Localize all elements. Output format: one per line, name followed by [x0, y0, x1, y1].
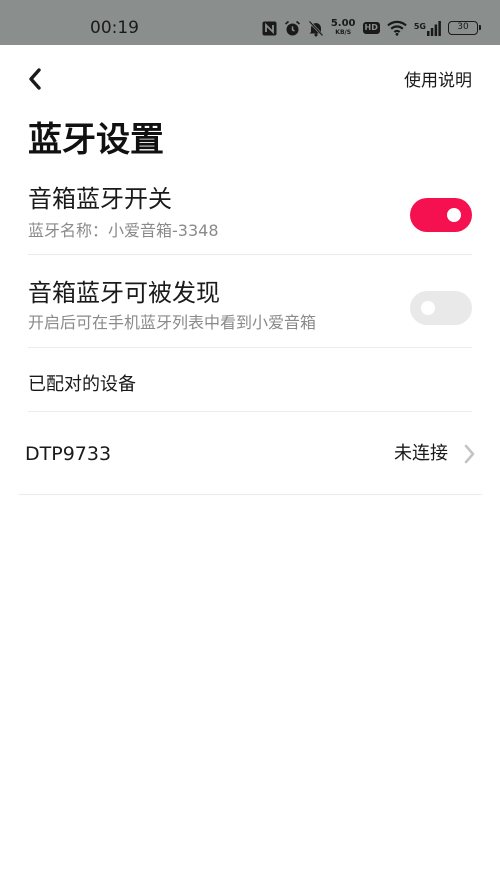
bluetooth-name-subtitle: 蓝牙名称：小爱音箱-3348 [28, 221, 219, 240]
discoverable-subtitle: 开启后可在手机蓝牙列表中看到小爱音箱 [28, 313, 317, 332]
back-button[interactable] [20, 64, 50, 94]
network-speed-unit: KB/S [335, 29, 352, 36]
alarm-icon [284, 20, 301, 37]
hd-icon: HD [362, 22, 380, 34]
toggle-knob [421, 301, 435, 315]
divider [28, 347, 472, 348]
discoverable-title: 音箱蓝牙可被发现 [28, 279, 220, 307]
help-link[interactable]: 使用说明 [404, 70, 472, 92]
battery-icon: 30 [448, 21, 481, 35]
device-name: DTP9733 [25, 443, 112, 465]
network-speed: 5.00 KB/S [331, 19, 356, 37]
wifi-icon [387, 20, 407, 36]
bluetooth-switch-title: 音箱蓝牙开关 [28, 185, 172, 213]
status-bar: 00:19 5.00 KB/S HD 5G 30 [0, 0, 500, 45]
paired-devices-title: 已配对的设备 [28, 374, 136, 395]
status-time: 00:19 [90, 18, 139, 38]
nfc-icon [262, 21, 277, 36]
discoverable-row: 音箱蓝牙可被发现 开启后可在手机蓝牙列表中看到小爱音箱 [28, 278, 472, 348]
divider [18, 494, 482, 495]
paired-device-row[interactable]: DTP9733 未连接 [18, 412, 482, 494]
status-icons: 5.00 KB/S HD 5G 30 [262, 16, 481, 40]
mute-icon [308, 20, 324, 37]
toggle-knob [447, 208, 461, 222]
network-speed-value: 5.00 [330, 18, 356, 29]
device-connection-status: 未连接 [394, 443, 448, 464]
chevron-right-icon [464, 444, 475, 464]
page-title: 蓝牙设置 [28, 120, 164, 160]
bluetooth-switch-row: 音箱蓝牙开关 蓝牙名称：小爱音箱-3348 [28, 184, 472, 256]
signal-icon: 5G [413, 20, 441, 36]
chevron-left-icon [29, 68, 41, 90]
network-type: 5G [413, 21, 426, 31]
divider [28, 254, 472, 255]
discoverable-toggle[interactable] [410, 291, 472, 325]
bluetooth-toggle[interactable] [410, 198, 472, 232]
